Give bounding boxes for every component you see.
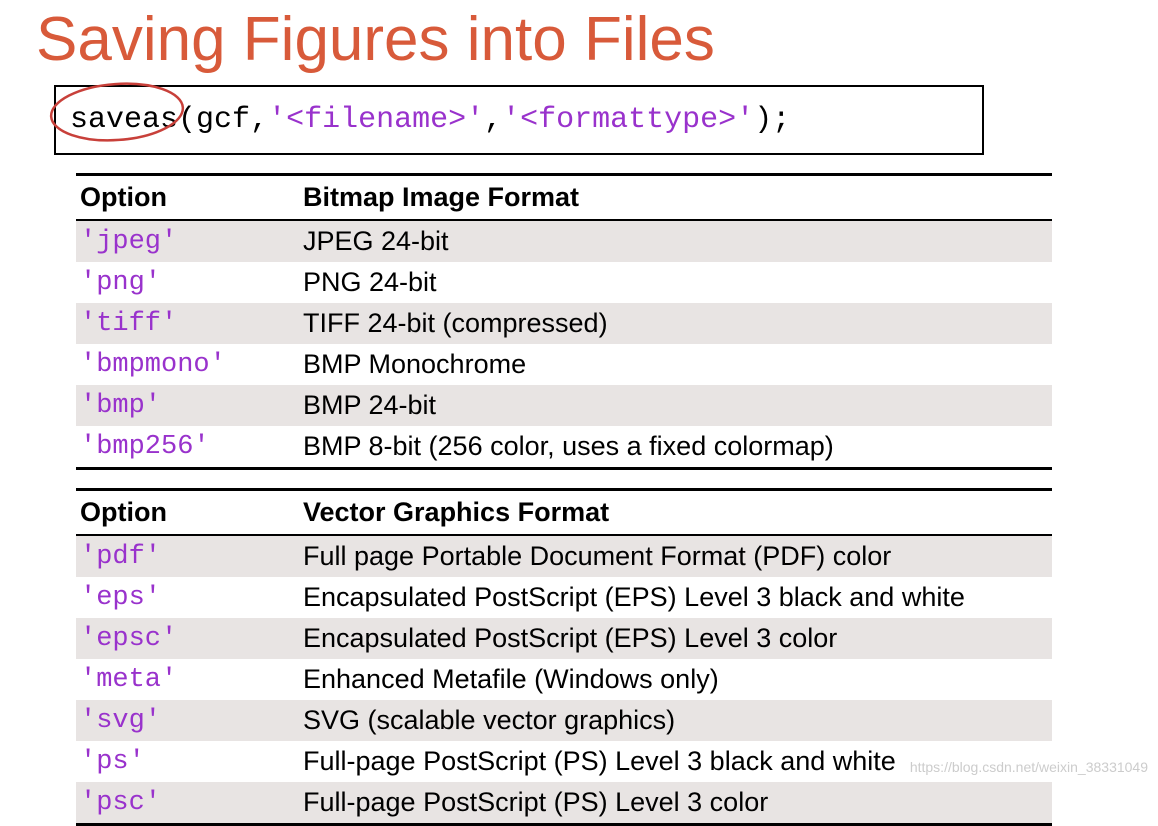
table-row: 'png' PNG 24-bit	[76, 262, 1052, 303]
table-row: 'bmp' BMP 24-bit	[76, 385, 1052, 426]
bitmap-format-table: Option Bitmap Image Format 'jpeg' JPEG 2…	[76, 173, 1052, 470]
table2-header-format: Vector Graphics Format	[299, 490, 1052, 536]
option-cell: 'png'	[76, 262, 299, 303]
code-string2: '<formattype>'	[502, 103, 754, 137]
table2-header-option: Option	[76, 490, 299, 536]
code-example-box: saveas(gcf,'<filename>','<formattype>');	[54, 85, 984, 155]
option-cell: 'ps'	[76, 741, 299, 782]
option-cell: 'psc'	[76, 782, 299, 825]
slide-title: Saving Figures into Files	[0, 0, 1158, 85]
option-cell: 'tiff'	[76, 303, 299, 344]
option-cell: 'meta'	[76, 659, 299, 700]
desc-cell: Full page Portable Document Format (PDF)…	[299, 535, 1052, 577]
table-row: 'eps' Encapsulated PostScript (EPS) Leve…	[76, 577, 1052, 618]
table-row: 'psc' Full-page PostScript (PS) Level 3 …	[76, 782, 1052, 825]
table-row: 'tiff' TIFF 24-bit (compressed)	[76, 303, 1052, 344]
table-row: 'ps' Full-page PostScript (PS) Level 3 b…	[76, 741, 1052, 782]
option-cell: 'pdf'	[76, 535, 299, 577]
table-row: 'jpeg' JPEG 24-bit	[76, 220, 1052, 262]
desc-cell: TIFF 24-bit (compressed)	[299, 303, 1052, 344]
watermark-text: https://blog.csdn.net/weixin_38331049	[910, 759, 1148, 775]
desc-cell: Enhanced Metafile (Windows only)	[299, 659, 1052, 700]
option-cell: 'epsc'	[76, 618, 299, 659]
option-cell: 'bmpmono'	[76, 344, 299, 385]
table-row: 'epsc' Encapsulated PostScript (EPS) Lev…	[76, 618, 1052, 659]
table1-header-format: Bitmap Image Format	[299, 175, 1052, 221]
vector-format-table: Option Vector Graphics Format 'pdf' Full…	[76, 488, 1052, 826]
desc-cell: BMP 24-bit	[299, 385, 1052, 426]
table-row: 'bmpmono' BMP Monochrome	[76, 344, 1052, 385]
option-cell: 'svg'	[76, 700, 299, 741]
option-cell: 'bmp256'	[76, 426, 299, 469]
option-cell: 'jpeg'	[76, 220, 299, 262]
desc-cell: SVG (scalable vector graphics)	[299, 700, 1052, 741]
table-row: 'bmp256' BMP 8-bit (256 color, uses a fi…	[76, 426, 1052, 469]
code-paren-open: (	[178, 103, 196, 137]
desc-cell: JPEG 24-bit	[299, 220, 1052, 262]
desc-cell: PNG 24-bit	[299, 262, 1052, 303]
option-cell: 'bmp'	[76, 385, 299, 426]
code-comma2: ,	[484, 103, 502, 137]
table1-header-option: Option	[76, 175, 299, 221]
table-row: 'pdf' Full page Portable Document Format…	[76, 535, 1052, 577]
table-row: 'meta' Enhanced Metafile (Windows only)	[76, 659, 1052, 700]
code-comma1: ,	[250, 103, 268, 137]
desc-cell: Encapsulated PostScript (EPS) Level 3 co…	[299, 618, 1052, 659]
code-semicolon: ;	[772, 103, 790, 137]
desc-cell: BMP Monochrome	[299, 344, 1052, 385]
code-paren-close: )	[754, 103, 772, 137]
code-function: saveas	[70, 103, 178, 137]
option-cell: 'eps'	[76, 577, 299, 618]
desc-cell: BMP 8-bit (256 color, uses a fixed color…	[299, 426, 1052, 469]
code-string1: '<filename>'	[268, 103, 484, 137]
desc-cell: Full-page PostScript (PS) Level 3 color	[299, 782, 1052, 825]
tables-container: Option Bitmap Image Format 'jpeg' JPEG 2…	[0, 173, 1158, 826]
code-arg1: gcf	[196, 103, 250, 137]
table-row: 'svg' SVG (scalable vector graphics)	[76, 700, 1052, 741]
desc-cell: Encapsulated PostScript (EPS) Level 3 bl…	[299, 577, 1052, 618]
